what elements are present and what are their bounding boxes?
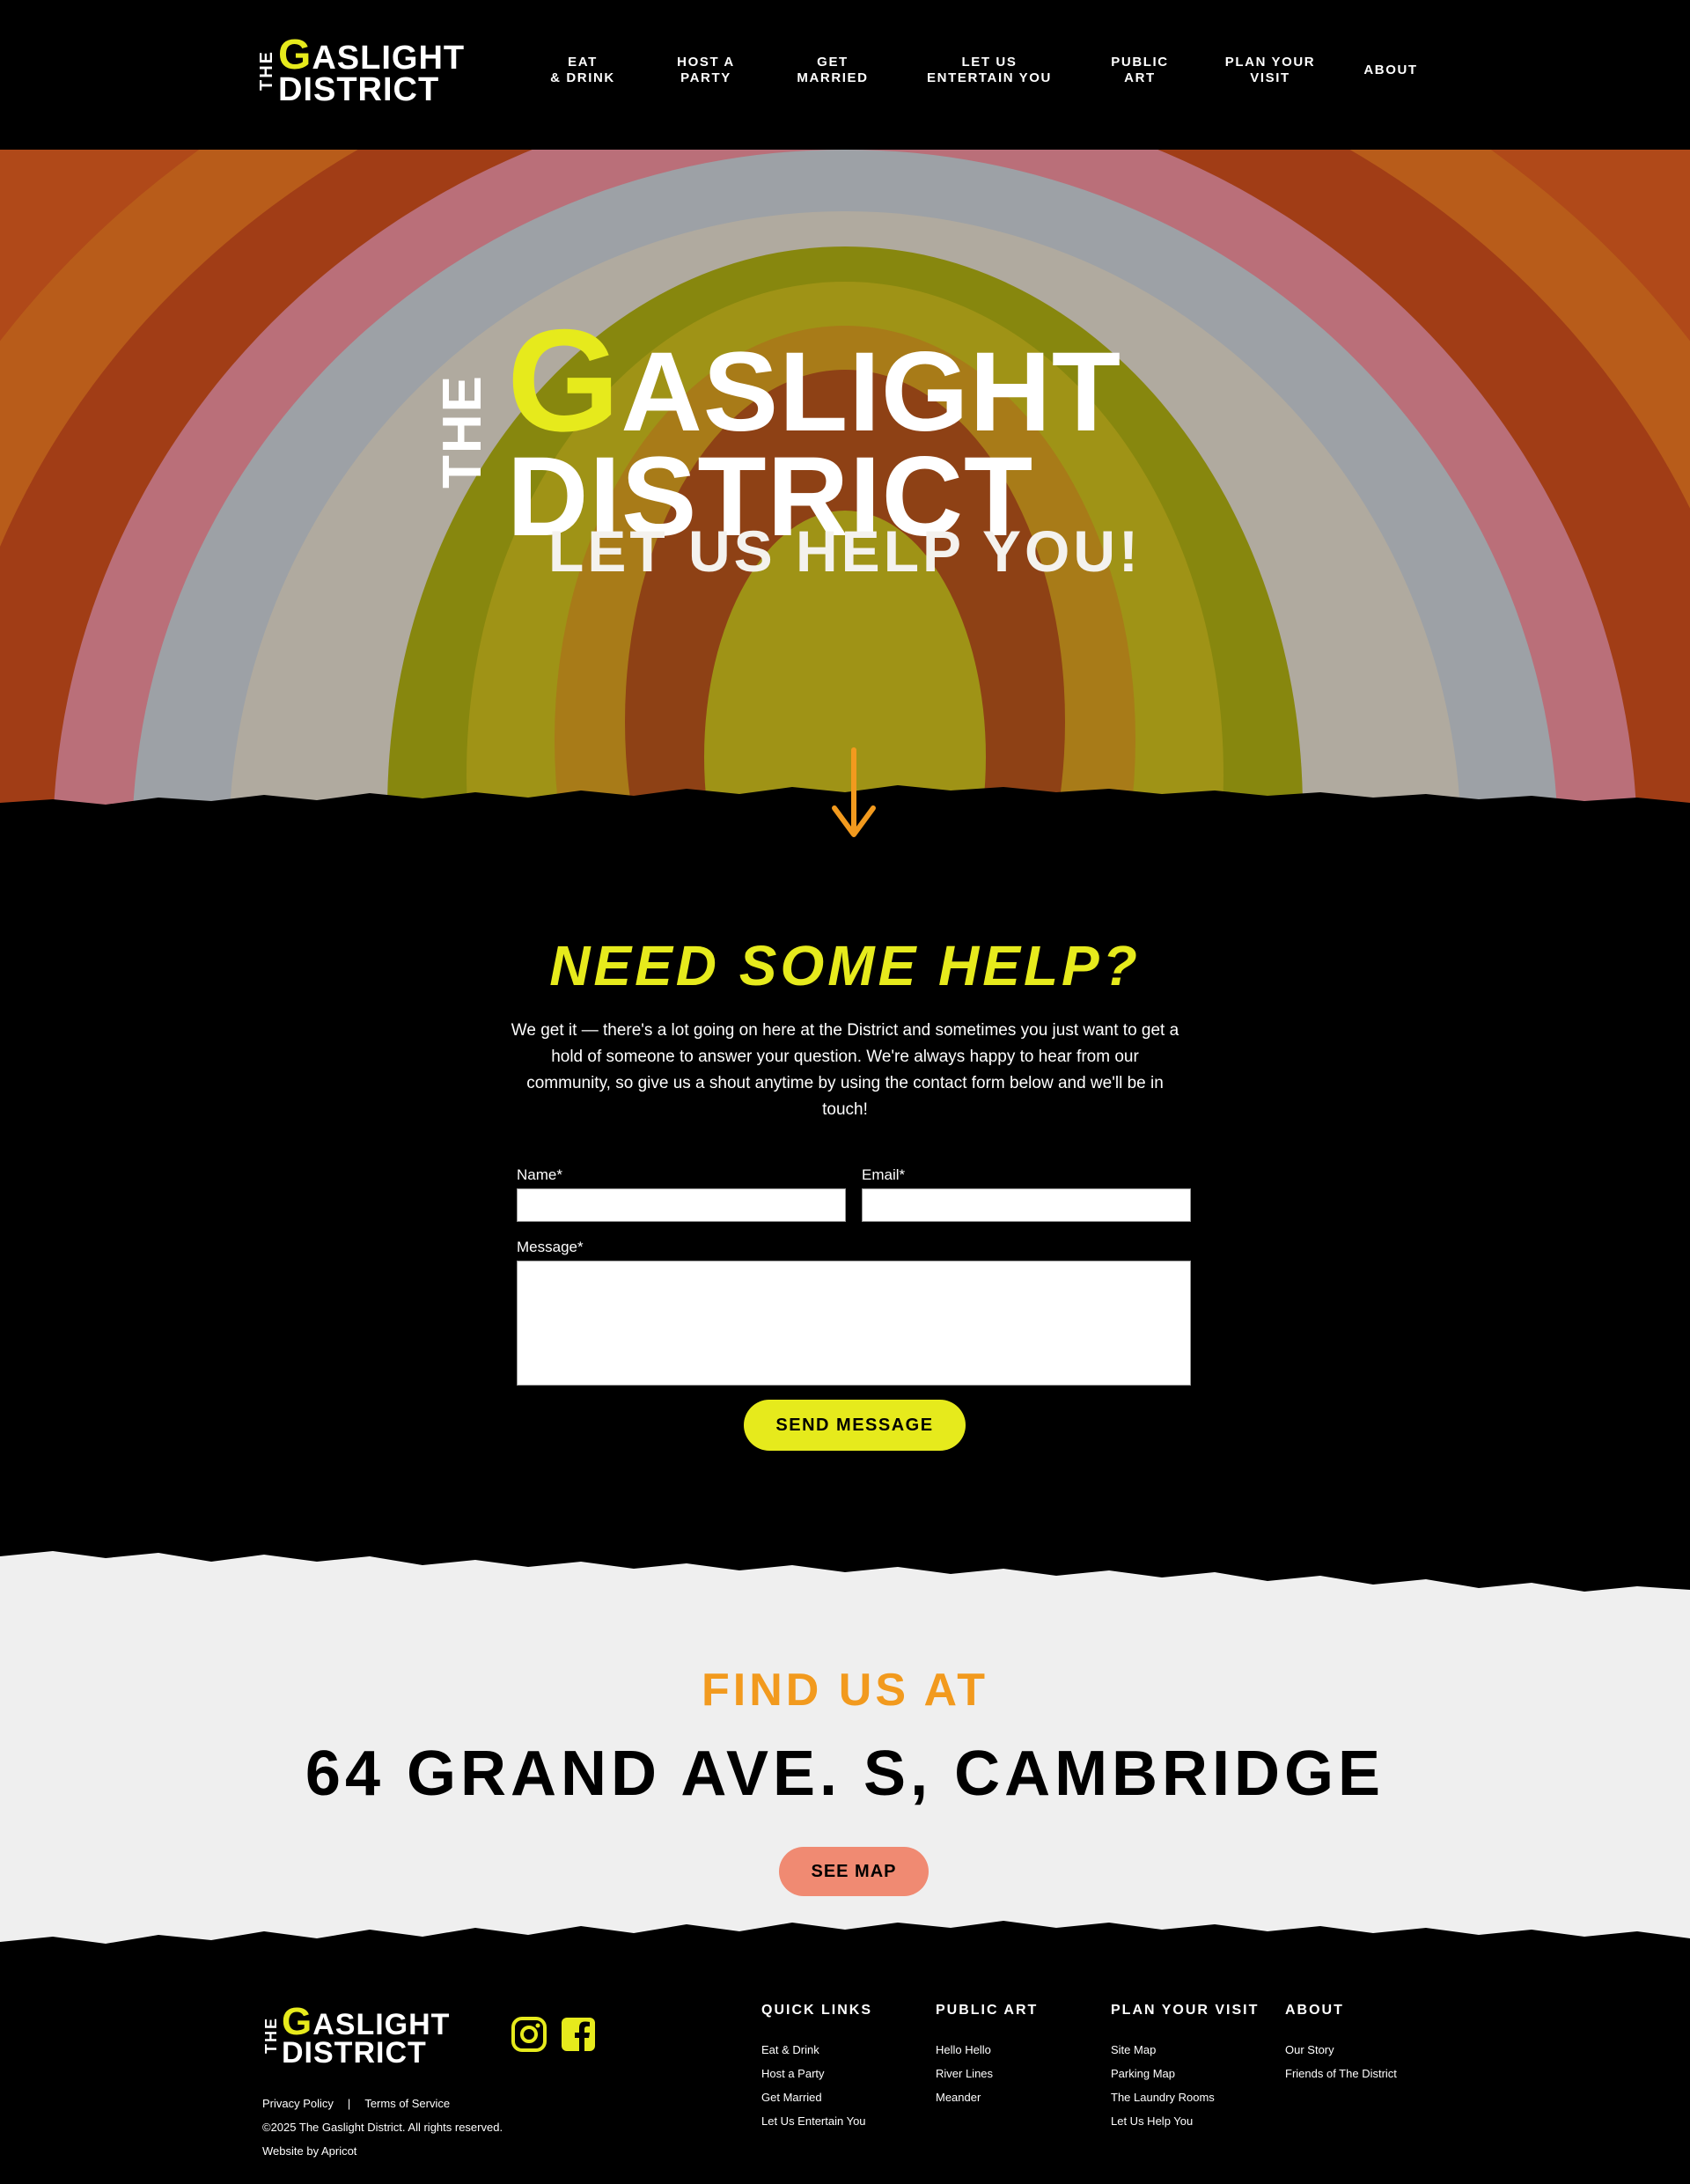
footer-link-site-map[interactable]: Site Map [1111,2041,1259,2065]
nav-host-party[interactable]: HOST A PARTY [677,55,735,86]
main-nav: EAT & DRINK HOST A PARTY GET MARRIED LET US… [0,55,1690,90]
nav-plan-visit[interactable]: PLAN YOUR VISIT [1225,55,1315,86]
arrow-down-icon [832,747,876,837]
footer-col-plan-visit: PLAN YOUR VISIT Site Map Parking Map The… [1111,2003,1259,2136]
footer-link-eat-drink[interactable]: Eat & Drink [761,2041,872,2065]
torn-edge-find-top [0,1532,1690,1592]
find-us-title: FIND US AT [702,1665,988,1716]
legal-separator: | [347,2097,351,2110]
nav-public-art[interactable]: PUBLIC ART [1111,55,1168,86]
privacy-policy-link[interactable]: Privacy Policy [262,2097,334,2110]
footer-link-meander[interactable]: Meander [936,2089,1038,2113]
footer-col-quick-links: QUICK LINKS Eat & Drink Host a Party Get… [761,2003,872,2136]
footer-link-entertain[interactable]: Let Us Entertain You [761,2113,872,2136]
terms-link[interactable]: Terms of Service [364,2097,450,2110]
footer-link-laundry-rooms[interactable]: The Laundry Rooms [1111,2089,1259,2113]
email-label: Email* [862,1166,906,1183]
see-map-button[interactable]: SEE MAP [779,1847,929,1896]
torn-edge-top [0,123,1690,144]
facebook-icon[interactable] [560,2016,597,2053]
torn-edge-footer-top [0,1921,1690,1972]
instagram-icon[interactable] [511,2016,547,2053]
footer-logo-word-2: DISTRICT [282,2035,427,2070]
send-message-button[interactable]: SEND MESSAGE [744,1400,966,1451]
nav-eat-drink[interactable]: EAT & DRINK [550,55,615,86]
name-input[interactable] [517,1188,846,1222]
footer-link-friends[interactable]: Friends of The District [1285,2065,1397,2089]
footer-link-help[interactable]: Let Us Help You [1111,2113,1259,2136]
nav-get-married[interactable]: GET MARRIED [797,55,868,86]
footer-logo-the: THE [262,2017,280,2054]
address: 64 GRAND AVE. S, CAMBRIDGE [305,1739,1385,1809]
hero-banner: THE GASLIGHT DISTRICT LET US HELP YOU! [0,123,1690,819]
nav-entertain[interactable]: LET US ENTERTAIN YOU [927,55,1052,86]
footer-link-our-story[interactable]: Our Story [1285,2041,1397,2065]
footer-logo[interactable]: THE GASLIGHT DISTRICT [262,2002,450,2067]
email-input[interactable] [862,1188,1191,1222]
footer-link-parking-map[interactable]: Parking Map [1111,2065,1259,2089]
name-label: Name* [517,1166,562,1183]
footer-legal: Privacy Policy | Terms of Service ©2025 Th… [262,2095,503,2166]
message-textarea[interactable] [517,1261,1191,1386]
hero-subtitle: LET US HELP YOU! [548,518,1142,584]
footer-link-host-party[interactable]: Host a Party [761,2065,872,2089]
nav-about[interactable]: ABOUT [1363,63,1417,78]
help-title: NEED SOME HELP? [549,934,1141,997]
credit-link[interactable]: Website by Apricot [262,2143,503,2166]
footer-col-about: ABOUT Our Story Friends of The District [1285,2003,1397,2089]
footer-col-public-art: PUBLIC ART Hello Hello River Lines Meand… [936,2003,1038,2113]
message-label: Message* [517,1239,584,1255]
footer-link-river-lines[interactable]: River Lines [936,2065,1038,2089]
footer-link-get-married[interactable]: Get Married [761,2089,872,2113]
help-intro: We get it — there's a lot going on here … [511,1021,1179,1119]
footer-link-hello-hello[interactable]: Hello Hello [936,2041,1038,2065]
copyright: ©2025 The Gaslight District. All rights … [262,2121,503,2134]
